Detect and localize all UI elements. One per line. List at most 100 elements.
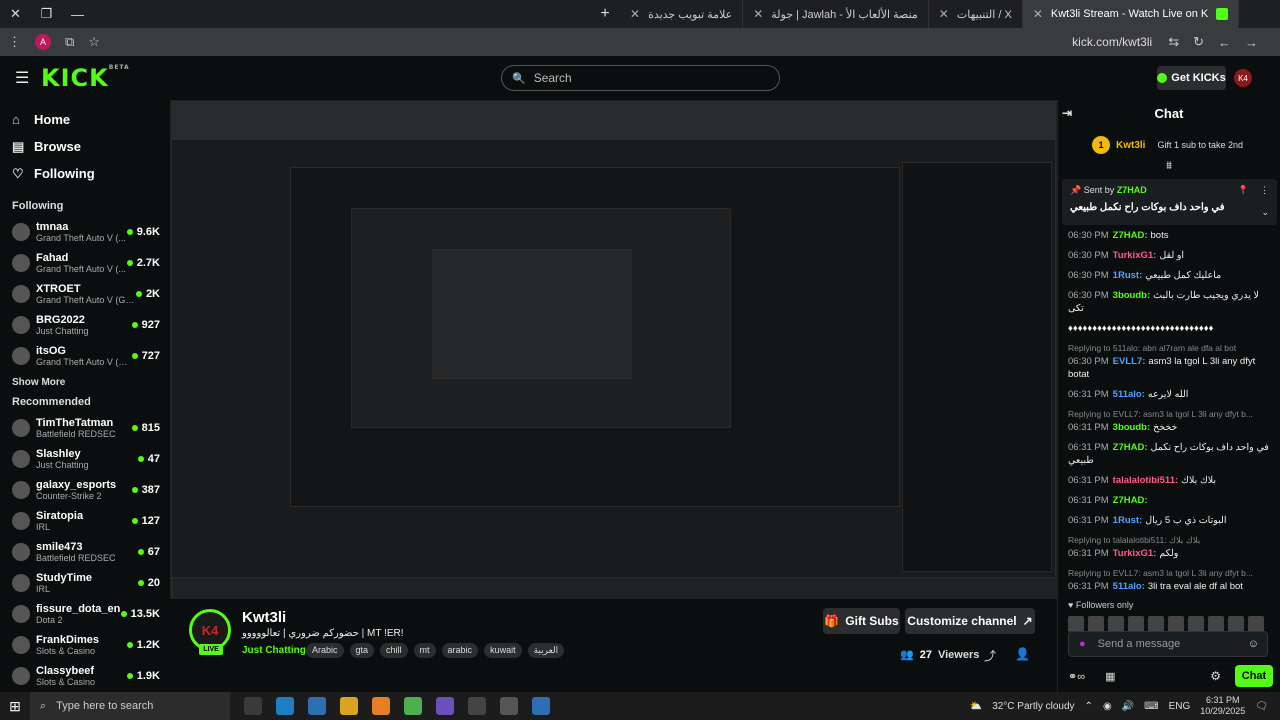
close-tab-icon[interactable]: ✕: [1033, 7, 1043, 21]
tag[interactable]: gta: [349, 643, 375, 658]
search-input[interactable]: 🔍 Search: [501, 65, 780, 91]
chevron-down-icon[interactable]: ⌄: [1261, 207, 1269, 218]
send-message-input[interactable]: ● Send a message ☺: [1068, 631, 1268, 657]
url-field[interactable]: kick.com/kwt3li: [1072, 35, 1152, 49]
microphone-icon[interactable]: ●: [1079, 638, 1086, 650]
sidebar-channel[interactable]: StudyTime IRL 20: [0, 567, 170, 598]
emote-icon[interactable]: [1108, 616, 1124, 632]
volume-icon[interactable]: 🔊: [1122, 701, 1134, 712]
sidebar-channel[interactable]: Siratopia IRL 127: [0, 505, 170, 536]
app-icon[interactable]: [500, 697, 518, 715]
store-icon[interactable]: ▦: [1105, 670, 1115, 683]
new-tab-button[interactable]: +: [590, 5, 620, 23]
app-icon[interactable]: [532, 697, 550, 715]
windows-start-icon[interactable]: ⊞: [0, 698, 30, 715]
more-options-icon[interactable]: ⋮: [1260, 185, 1269, 196]
app-icon[interactable]: [436, 697, 454, 715]
unpin-icon[interactable]: 📍: [1238, 185, 1249, 196]
profile-avatar[interactable]: A: [35, 34, 51, 50]
bookmark-star-icon[interactable]: ☆: [88, 34, 100, 50]
sidebar-channel[interactable]: Slashley Just Chatting 47: [0, 443, 170, 474]
sidebar-channel[interactable]: Classybeef Slots & Casino 1.9K: [0, 660, 170, 691]
share-icon[interactable]: ⤴: [984, 647, 996, 664]
chrome-icon[interactable]: [404, 697, 422, 715]
store-app-icon[interactable]: [308, 697, 326, 715]
video-player[interactable]: [170, 100, 1057, 599]
nav-following[interactable]: ♡ Following: [12, 160, 170, 187]
emote-icon[interactable]: [1068, 616, 1084, 632]
reload-icon[interactable]: ↻: [1193, 34, 1204, 50]
browser-tab[interactable]: ✕ جولة | Jawlah - منصة الألعاب الأ: [743, 0, 929, 28]
tag[interactable]: kuwait: [484, 643, 522, 658]
emote-icon[interactable]: [1248, 616, 1264, 632]
sidebar-channel[interactable]: XTROET Grand Theft Auto V (GTA) 2K: [0, 278, 170, 309]
sidebar-channel[interactable]: BRG2022 Just Chatting 927: [0, 309, 170, 340]
task-view-icon[interactable]: [244, 697, 262, 715]
back-icon[interactable]: →: [1245, 35, 1258, 50]
close-tab-icon[interactable]: ✕: [630, 7, 640, 21]
restore-window-icon[interactable]: ❐: [31, 6, 62, 22]
sidebar-channel[interactable]: galaxy_esports Counter-Strike 2 387: [0, 474, 170, 505]
close-window-icon[interactable]: ✕: [0, 6, 31, 22]
tag[interactable]: العربية: [527, 643, 565, 658]
obs-icon[interactable]: [468, 697, 486, 715]
tag[interactable]: Arabic: [306, 643, 344, 658]
emote-icon[interactable]: [1208, 616, 1224, 632]
taskbar-search-input[interactable]: ⌕ Type here to search: [30, 692, 230, 720]
gift-sub-prompt[interactable]: Gift 1 sub to take 2nd: [1157, 140, 1243, 150]
show-more-button[interactable]: Show More: [0, 377, 170, 388]
emote-icon[interactable]: [1168, 616, 1184, 632]
emote-icon[interactable]: [1148, 616, 1164, 632]
channel-name[interactable]: Kwt3li: [242, 609, 286, 626]
nav-home[interactable]: ⌂ Home: [12, 106, 170, 133]
kick-logo[interactable]: KICKBETA: [41, 64, 130, 92]
hamburger-menu-icon[interactable]: ☰: [15, 68, 31, 88]
chat-send-button[interactable]: Chat: [1235, 665, 1273, 687]
sidebar-channel[interactable]: TimTheTatman Battlefield REDSEC 815: [0, 412, 170, 443]
forward-icon[interactable]: ←: [1218, 35, 1231, 50]
weather-icon[interactable]: ⛅: [970, 701, 982, 712]
filter-icon[interactable]: ⩩: [1058, 160, 1280, 173]
user-avatar[interactable]: K4: [1234, 69, 1252, 87]
extensions-icon[interactable]: ⧉: [65, 34, 74, 50]
sidebar-channel[interactable]: itsOG Grand Theft Auto V (G... 727: [0, 340, 170, 371]
tray-chevron-icon[interactable]: ⌃: [1085, 701, 1093, 712]
emote-icon[interactable]: [1228, 616, 1244, 632]
get-kicks-button[interactable]: Get KICKs: [1157, 66, 1226, 90]
sidebar-channel[interactable]: smile473 Battlefield REDSEC 67: [0, 536, 170, 567]
browser-tab-active[interactable]: ✕ Kwt3li Stream - Watch Live on K: [1022, 0, 1240, 28]
sidebar-channel[interactable]: fissure_dota_en Dota 2 13.5K: [0, 598, 170, 629]
collapse-chat-icon[interactable]: ⇥: [1062, 106, 1072, 120]
tune-icon[interactable]: ⇆: [1168, 34, 1179, 50]
menu-dots-icon[interactable]: ⋮: [8, 34, 21, 50]
nav-browse[interactable]: ▤ Browse: [12, 133, 170, 160]
browser-tab[interactable]: ✕ التنبيهات / X: [929, 0, 1023, 28]
tag[interactable]: arabic: [441, 643, 479, 658]
sidebar-channel[interactable]: Fahad Grand Theft Auto V (... 2.7K: [0, 247, 170, 278]
emoji-picker-icon[interactable]: ☺: [1248, 638, 1259, 650]
close-tab-icon[interactable]: ✕: [939, 7, 949, 21]
tag[interactable]: chill: [380, 643, 408, 658]
browser-tab[interactable]: ✕ علامة تبويب جديدة: [620, 0, 744, 28]
gear-icon[interactable]: ⚙: [1210, 669, 1221, 683]
minimize-window-icon[interactable]: —: [62, 7, 93, 22]
network-icon[interactable]: ◉: [1103, 701, 1112, 712]
edge-icon[interactable]: [276, 697, 294, 715]
link-icon[interactable]: ⚭∞: [1068, 670, 1085, 683]
emote-icon[interactable]: [1188, 616, 1204, 632]
tag[interactable]: mt: [413, 643, 436, 658]
file-explorer-icon[interactable]: [340, 697, 358, 715]
close-tab-icon[interactable]: ✕: [753, 7, 763, 21]
app-icon[interactable]: [372, 697, 390, 715]
sidebar-channel[interactable]: tmnaa Grand Theft Auto V (... 9.6K: [0, 216, 170, 247]
emote-icon[interactable]: [1128, 616, 1144, 632]
notification-icon[interactable]: 🗨: [1255, 701, 1268, 712]
emote-icon[interactable]: [1088, 616, 1104, 632]
follow-user-icon[interactable]: 👤: [1015, 647, 1030, 661]
stream-category[interactable]: Just Chatting: [242, 645, 306, 656]
clock[interactable]: 6:31 PM 10/29/2025: [1200, 695, 1245, 717]
gift-subs-button[interactable]: 🎁 Gift Subs: [823, 608, 900, 634]
customize-channel-button[interactable]: Customize channel ↗: [905, 608, 1035, 634]
sidebar-channel[interactable]: FrankDimes Slots & Casino 1.2K: [0, 629, 170, 660]
keyboard-icon[interactable]: ⌨: [1144, 701, 1158, 712]
